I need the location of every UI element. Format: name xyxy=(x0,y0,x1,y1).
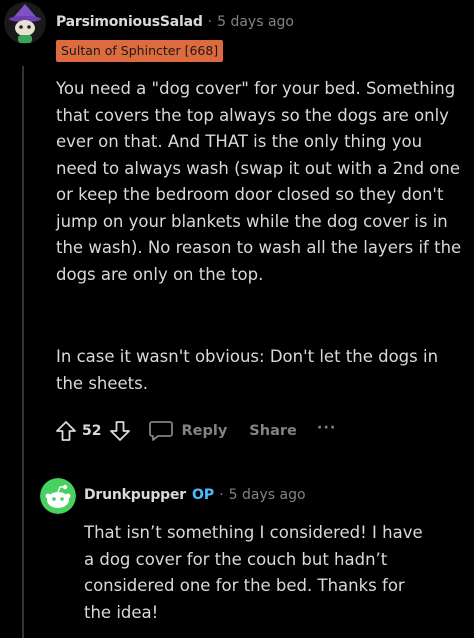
reply-user-avatar[interactable] xyxy=(40,478,76,514)
comment-paragraph-1: You need a "dog cover" for your bed. Som… xyxy=(56,79,462,284)
reply-header: Drunkpupper OP · 5 days ago xyxy=(84,487,306,503)
upvote-arrow-icon xyxy=(56,421,76,441)
share-label: Share xyxy=(249,423,297,439)
more-options-button[interactable]: ··· xyxy=(317,420,337,436)
comment-header: ParsimoniousSalad · 5 days ago xyxy=(56,14,294,30)
separator-dot: · xyxy=(207,14,213,30)
more-dots-icon: ··· xyxy=(316,420,337,436)
vote-score: 52 xyxy=(82,423,102,439)
user-flair: Sultan of Sphincter [668] xyxy=(56,40,224,62)
snoo-default-avatar-icon xyxy=(40,478,76,514)
reply-username-link[interactable]: Drunkpupper xyxy=(84,487,186,503)
reply-button[interactable]: Reply xyxy=(148,419,227,443)
downvote-arrow-icon xyxy=(110,421,131,441)
comment-action-bar: 52 Reply Share ··· xyxy=(52,415,336,447)
reply-text: That isn’t something I considered! I hav… xyxy=(84,523,423,622)
reply-timestamp[interactable]: 5 days ago xyxy=(229,487,306,503)
timestamp[interactable]: 5 days ago xyxy=(217,14,294,30)
username-link[interactable]: ParsimoniousSalad xyxy=(56,14,203,30)
reply-separator-dot: · xyxy=(219,487,224,503)
op-badge: OP xyxy=(192,487,215,503)
thread-line[interactable] xyxy=(22,66,24,638)
snoo-wizard-avatar-icon xyxy=(4,2,46,44)
reply-label: Reply xyxy=(181,423,228,439)
downvote-button[interactable] xyxy=(106,417,134,445)
comment-paragraph-2: In case it wasn't obvious: Don't let the… xyxy=(56,347,439,393)
upvote-button[interactable] xyxy=(52,417,80,445)
share-button[interactable]: Share xyxy=(249,423,297,439)
comment-bubble-icon xyxy=(149,421,174,441)
user-avatar[interactable] xyxy=(4,2,46,44)
